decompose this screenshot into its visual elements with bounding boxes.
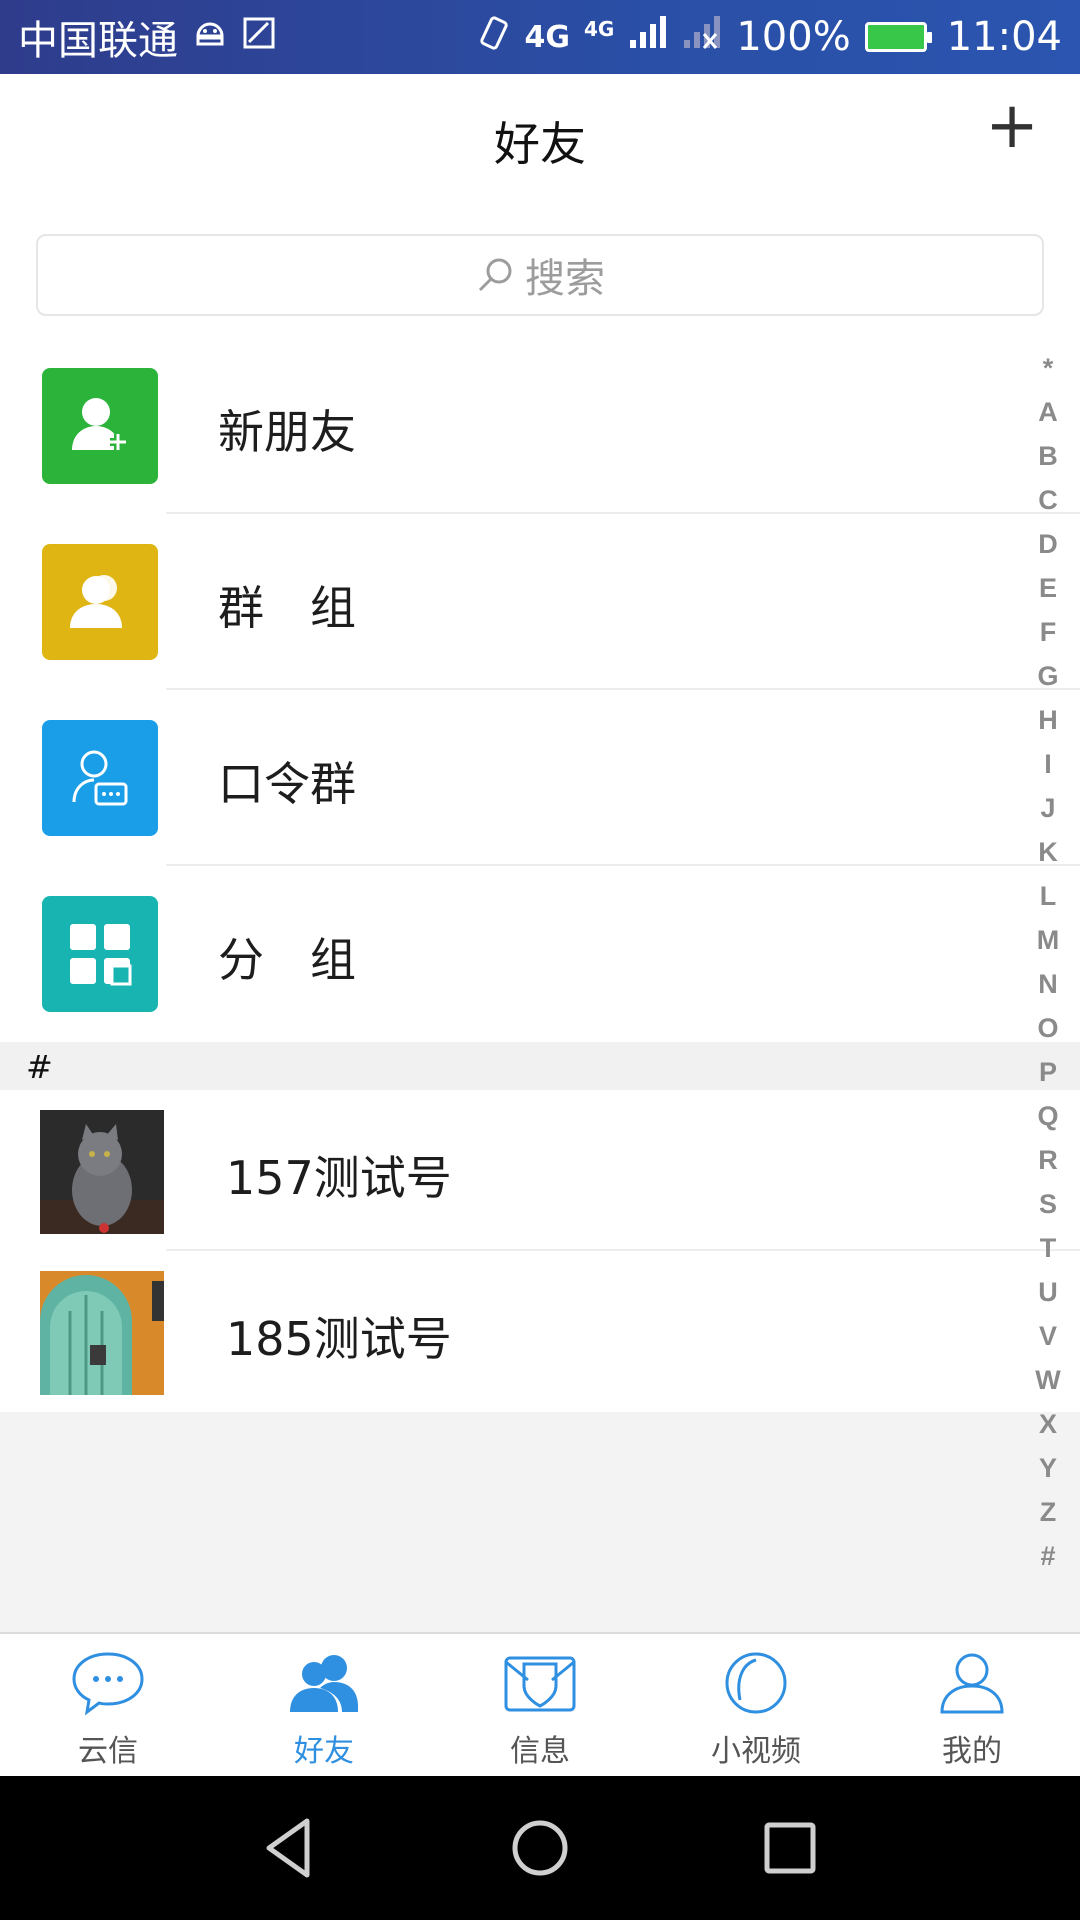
tab-mine[interactable]: 我的 — [864, 1634, 1080, 1778]
android-icon — [192, 17, 228, 57]
new-friends-item[interactable]: 新朋友 — [0, 338, 1080, 514]
avatar — [40, 1271, 164, 1395]
video-icon — [725, 1652, 787, 1714]
index-letter[interactable]: H — [1038, 698, 1058, 742]
add-button[interactable]: + — [982, 94, 1042, 158]
index-letter[interactable]: T — [1040, 1226, 1057, 1270]
category-icon — [42, 896, 158, 1012]
image-icon — [242, 16, 276, 59]
index-letter[interactable]: S — [1039, 1182, 1057, 1226]
new-friends-label: 新朋友 — [218, 405, 356, 459]
groups-label: 群 组 — [218, 581, 356, 635]
tab-friends[interactable]: 好友 — [216, 1634, 432, 1778]
profile-icon — [940, 1653, 1004, 1714]
index-letter[interactable]: P — [1039, 1050, 1057, 1094]
search-icon — [478, 258, 512, 292]
tab-label: 小视频 — [711, 1734, 801, 1769]
index-letter[interactable]: Z — [1040, 1490, 1057, 1534]
tab-label: 好友 — [294, 1734, 354, 1769]
index-letter[interactable]: V — [1039, 1314, 1057, 1358]
index-letter[interactable]: U — [1038, 1270, 1058, 1314]
index-letter[interactable]: K — [1038, 830, 1058, 874]
contact-item[interactable]: 185测试号 — [0, 1251, 1080, 1412]
index-letter[interactable]: G — [1037, 654, 1058, 698]
search-placeholder: 搜索 — [525, 256, 605, 302]
tab-label: 我的 — [942, 1734, 1002, 1769]
alphabet-index[interactable]: * A B C D E F G H I J K L M N O P Q R S T U V W X Y Z # — [1028, 346, 1068, 1578]
index-letter[interactable]: W — [1035, 1358, 1060, 1402]
index-letter[interactable]: C — [1038, 478, 1058, 522]
system-nav-bar — [0, 1776, 1080, 1920]
tab-label: 云信 — [78, 1734, 138, 1769]
network-4g-small-label: 4G — [584, 17, 615, 41]
group-icon — [42, 544, 158, 660]
categories-item[interactable]: 分 组 — [0, 866, 1080, 1042]
tab-short-video[interactable]: 小视频 — [648, 1634, 864, 1778]
index-letter[interactable]: F — [1040, 610, 1057, 654]
contact-item[interactable]: 157测试号 — [0, 1090, 1080, 1251]
header: 好友 + — [0, 74, 1080, 210]
search-input[interactable]: 搜索 — [36, 234, 1044, 316]
index-letter[interactable]: E — [1039, 566, 1057, 610]
home-icon[interactable] — [505, 1813, 575, 1883]
vibrate-icon — [477, 15, 511, 60]
clock: 11:04 — [946, 14, 1062, 60]
index-letter[interactable]: D — [1038, 522, 1058, 566]
tab-messages[interactable]: 信息 — [432, 1634, 648, 1778]
index-letter[interactable]: B — [1038, 434, 1058, 478]
tab-yunxin[interactable]: 云信 — [0, 1634, 216, 1778]
index-letter[interactable]: Q — [1037, 1094, 1058, 1138]
index-letter[interactable]: # — [1040, 1534, 1055, 1578]
avatar — [40, 1110, 164, 1234]
index-letter[interactable]: O — [1037, 1006, 1058, 1050]
password-group-item[interactable]: 口令群 — [0, 690, 1080, 866]
contact-name: 157测试号 — [226, 1151, 452, 1205]
index-letter[interactable]: I — [1044, 742, 1052, 786]
back-icon[interactable] — [255, 1813, 325, 1883]
tab-label: 信息 — [510, 1734, 570, 1769]
categories-label: 分 组 — [218, 933, 356, 987]
battery-percent: 100% — [736, 14, 851, 60]
page-title: 好友 — [494, 117, 586, 171]
search-area: 搜索 — [0, 210, 1080, 338]
index-letter[interactable]: * — [1043, 346, 1054, 390]
index-letter[interactable]: X — [1039, 1402, 1057, 1446]
message-icon — [504, 1656, 576, 1712]
index-letter[interactable]: N — [1038, 962, 1058, 1006]
status-bar: 中国联通 4G 4G 100% 11:04 — [0, 0, 1080, 74]
index-letter[interactable]: M — [1037, 918, 1060, 962]
new-friend-icon — [42, 368, 158, 484]
recents-icon[interactable] — [755, 1813, 825, 1883]
network-4g-label: 4G — [524, 19, 571, 55]
contact-name: 185测试号 — [226, 1312, 452, 1366]
friend-list: 新朋友 群 组 口令群 分 组 # 157测试号 185测试号 — [0, 338, 1080, 1412]
signal-icon — [628, 14, 668, 60]
battery-icon — [864, 22, 932, 52]
section-header: # — [0, 1042, 1080, 1090]
friends-icon — [290, 1655, 358, 1712]
tab-bar: 云信 好友 信息 小视频 我的 — [0, 1632, 1080, 1778]
carrier-label: 中国联通 — [18, 18, 178, 64]
index-letter[interactable]: J — [1040, 786, 1055, 830]
password-group-label: 口令群 — [218, 757, 356, 811]
groups-item[interactable]: 群 组 — [0, 514, 1080, 690]
chat-bubble-icon — [72, 1652, 144, 1716]
index-letter[interactable]: A — [1038, 390, 1058, 434]
index-letter[interactable]: Y — [1039, 1446, 1057, 1490]
password-group-icon — [42, 720, 158, 836]
index-letter[interactable]: L — [1040, 874, 1057, 918]
index-letter[interactable]: R — [1038, 1138, 1058, 1182]
signal-weak-icon — [682, 14, 722, 60]
